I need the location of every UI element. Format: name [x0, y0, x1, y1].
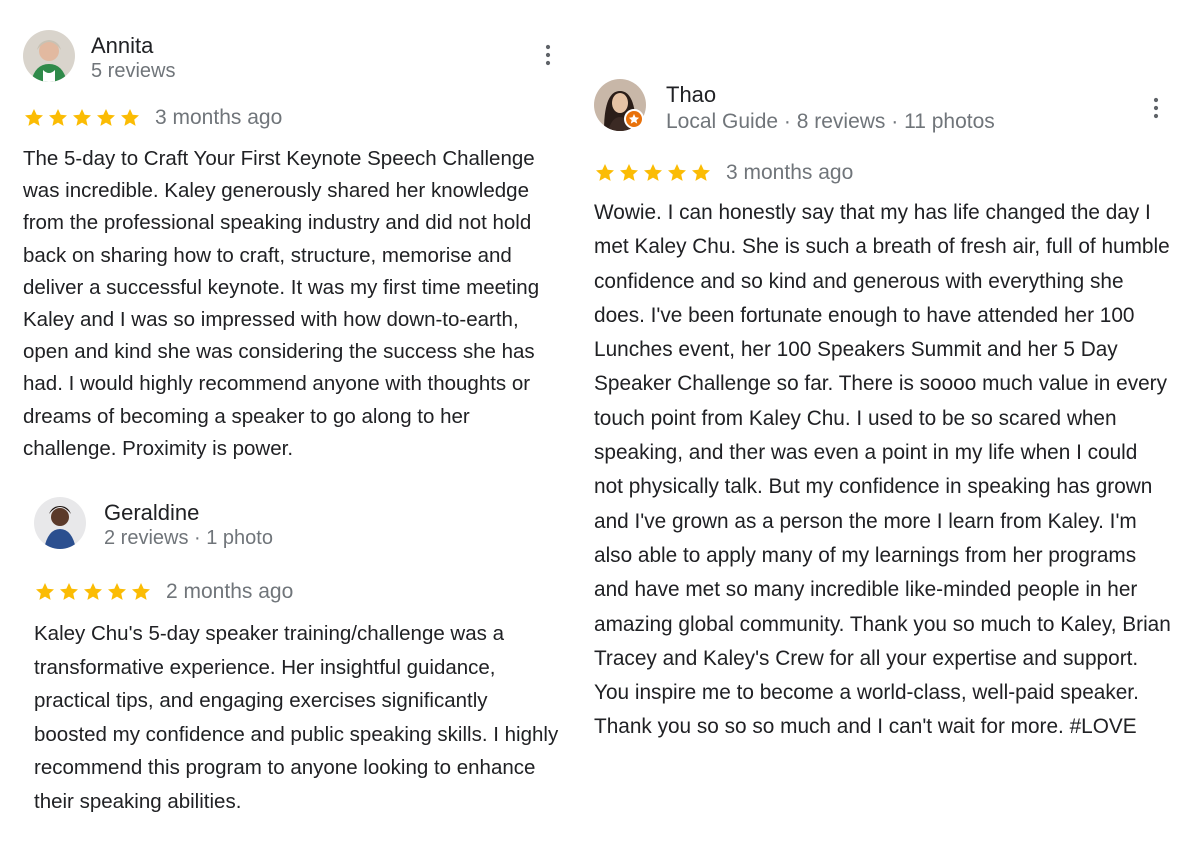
star-icon [692, 164, 710, 181]
review-header: Geraldine 2 reviews · 1 photo [34, 497, 559, 557]
reviewer-name[interactable]: Annita [91, 33, 153, 59]
review-text: Kaley Chu's 5-day speaker training/chall… [34, 622, 559, 813]
reviewer-meta: 2 reviews · 1 photo [104, 527, 273, 549]
review-header: Thao Local Guide · 8 reviews · 11 photos [594, 79, 1174, 139]
star-icon [49, 109, 67, 126]
review-date: 3 months ago [726, 161, 854, 184]
star-icon [73, 109, 91, 126]
more-options-icon[interactable] [542, 42, 554, 68]
more-options-icon[interactable] [1150, 95, 1162, 121]
local-guide-badge-icon [624, 109, 644, 129]
star-icon [644, 164, 662, 181]
star-icon [97, 109, 115, 126]
rating-row: 3 months ago [23, 105, 558, 131]
star-icon [25, 109, 43, 126]
star-rating [594, 162, 712, 184]
star-icon [36, 583, 54, 600]
star-icon [108, 583, 126, 600]
star-icon [596, 164, 614, 181]
review-text: The 5-day to Craft Your First Keynote Sp… [23, 147, 540, 460]
star-icon [60, 583, 78, 600]
avatar-image [34, 497, 86, 549]
review-card-annita: Annita 5 reviews 3 months ago The 5-day … [23, 30, 558, 465]
star-icon [121, 109, 139, 126]
review-card-geraldine: Geraldine 2 reviews · 1 photo 2 months a… [34, 497, 559, 819]
reviewer-name[interactable]: Geraldine [104, 500, 199, 526]
rating-row: 3 months ago [594, 160, 1174, 186]
star-icon [132, 583, 150, 600]
reviewer-meta: 5 reviews [91, 60, 176, 82]
avatar-annita[interactable] [23, 30, 75, 82]
star-rating [23, 107, 141, 129]
avatar-image [23, 30, 75, 82]
star-rating [34, 581, 152, 603]
review-header: Annita 5 reviews [23, 30, 558, 90]
star-icon [668, 164, 686, 181]
review-date: 3 months ago [155, 106, 283, 129]
avatar-geraldine[interactable] [34, 497, 86, 549]
review-text: Wowie. I can honestly say that my has li… [594, 201, 1171, 739]
star-icon [84, 583, 102, 600]
rating-row: 2 months ago [34, 579, 559, 605]
star-icon [620, 164, 638, 181]
review-date: 2 months ago [166, 580, 294, 603]
reviewer-meta: Local Guide · 8 reviews · 11 photos [666, 110, 995, 133]
reviewer-name[interactable]: Thao [666, 82, 716, 108]
review-card-thao: Thao Local Guide · 8 reviews · 11 photos… [594, 79, 1174, 745]
